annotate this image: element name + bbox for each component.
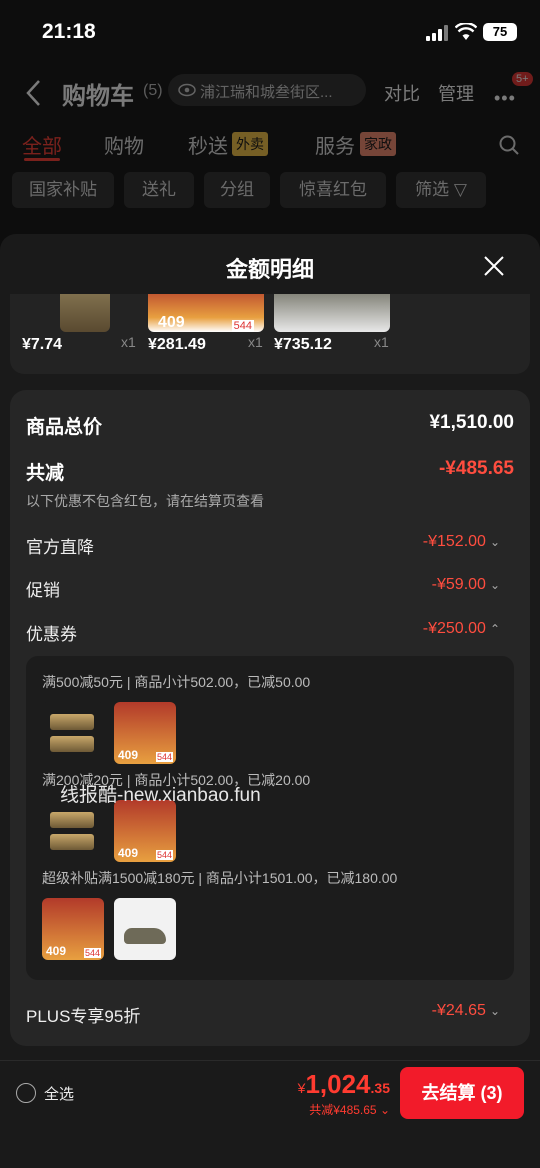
coupon-item-text: 满500减50元 | 商品小计502.00，已减50.00 <box>42 674 311 690</box>
sheet-title: 金额明细 <box>225 257 314 282</box>
page-title: 购物车 <box>62 83 134 110</box>
tab-all[interactable]: 全部 <box>22 130 62 159</box>
status-bar: 21:18 75 <box>0 0 540 62</box>
chevron-down-icon: ⌄ <box>489 578 500 592</box>
search-icon[interactable] <box>498 134 520 156</box>
chevron-down-icon: ⌄ <box>376 1103 390 1117</box>
cart-count: (5) <box>143 82 163 99</box>
chevron-down-icon: ⌄ <box>489 1004 500 1018</box>
status-time: 21:18 <box>42 20 96 43</box>
product-image-shoe <box>274 294 390 332</box>
reduce-label: 共减 <box>26 463 65 484</box>
cart-page-background: 购物车 (5) 浦江瑞和城叁街区... 对比 管理 ••• 5+ 全部 购物 秒… <box>0 62 540 252</box>
official-discount-amount: -¥152.00 <box>422 533 486 550</box>
wifi-icon <box>455 23 477 40</box>
notification-badge: 5+ <box>512 72 533 86</box>
product-qty: x1 <box>121 334 136 350</box>
total-reduce-link[interactable]: 共减¥485.65 ⌄ <box>309 1101 390 1118</box>
total-reduce-text: 共减¥485.65 <box>309 1103 377 1117</box>
plus-discount-amount: -¥24.65 <box>431 1002 486 1019</box>
watermark-text: 线报酷-new.xianbao.fun <box>60 785 261 806</box>
product-image-can <box>42 702 104 764</box>
chip-gift[interactable]: 送礼 <box>124 172 194 208</box>
chip-national-subsidy[interactable]: 国家补贴 <box>12 172 114 208</box>
coupon-item-text: 超级补贴满1500减180元 | 商品小计1501.00，已减180.00 <box>42 870 398 886</box>
address-text: 浦江瑞和城叁街区... <box>200 84 333 101</box>
signal-icon <box>426 25 450 41</box>
official-discount-value[interactable]: -¥152.00 ⌄ <box>423 533 500 551</box>
product-image-cat-food: 409 544 <box>148 294 264 332</box>
manage-button[interactable]: 管理 <box>438 80 474 106</box>
close-icon[interactable] <box>482 254 506 278</box>
product-image-can <box>60 294 110 332</box>
select-all-label[interactable]: 全选 <box>44 1083 74 1104</box>
product-image-can <box>42 800 104 862</box>
chip-group[interactable]: 分组 <box>204 172 270 208</box>
coupon-value[interactable]: -¥250.00 ⌃ <box>423 620 500 638</box>
chip-filter[interactable]: 筛选 ▽ <box>396 172 486 208</box>
compare-button[interactable]: 对比 <box>384 80 420 106</box>
coupon-label: 优惠券 <box>26 625 77 644</box>
total-label: 商品总价 <box>26 417 103 438</box>
filter-icon: ▽ <box>453 180 467 199</box>
price-integer: 1,024 <box>305 1069 371 1099</box>
official-discount-label: 官方直降 <box>26 538 94 557</box>
tab-underline <box>24 158 60 161</box>
product-price: ¥281.49 <box>148 336 206 353</box>
final-price: ¥1,024.35 <box>298 1069 390 1100</box>
tab-instant[interactable]: 秒送 <box>188 130 228 159</box>
tab-service[interactable]: 服务 <box>315 130 355 159</box>
total-value: ¥1,510.00 <box>429 412 514 433</box>
product-image-shoe <box>114 898 176 960</box>
chip-filter-label: 筛选 <box>415 180 450 199</box>
product-qty: x1 <box>248 334 263 350</box>
battery-indicator: 75 <box>483 23 517 41</box>
coupon-amount: -¥250.00 <box>422 620 486 637</box>
checkout-button[interactable]: 去结算 (3) <box>400 1067 524 1119</box>
chevron-down-icon: ⌄ <box>489 535 500 549</box>
product-image-cat-food: 409 544 <box>42 898 104 960</box>
price-detail-card: 商品总价 ¥1,510.00 共减 -¥485.65 以下优惠不包含红包，请在结… <box>10 390 530 1046</box>
price-decimal: .35 <box>370 1080 390 1096</box>
chip-red-packet[interactable]: 惊喜红包 <box>280 172 386 208</box>
product-price: ¥735.12 <box>274 336 332 353</box>
takeout-tag: 外卖 <box>232 132 268 156</box>
product-thumbnail-strip: 409 544 ¥7.74 x1 ¥281.49 x1 ¥735.12 x1 <box>10 294 530 374</box>
chevron-up-icon: ⌃ <box>489 622 500 636</box>
product-image-cat-food: 409 544 <box>114 800 176 862</box>
promotion-label: 促销 <box>26 581 60 600</box>
more-icon[interactable]: ••• <box>494 88 516 109</box>
promotion-value[interactable]: -¥59.00 ⌄ <box>432 576 500 594</box>
coupon-breakdown: 满500减50元 | 商品小计502.00，已减50.00 409 544 满2… <box>26 656 514 980</box>
housekeeping-tag: 家政 <box>360 132 396 156</box>
tab-shopping[interactable]: 购物 <box>104 130 144 159</box>
amount-detail-sheet: 金额明细 409 544 ¥7.74 x1 ¥281.49 x1 ¥735.12… <box>0 234 540 1168</box>
back-icon[interactable] <box>22 78 46 108</box>
eye-icon <box>178 83 196 97</box>
checkout-bar: 全选 ¥1,024.35 共减¥485.65 ⌄ 去结算 (3) <box>0 1060 540 1168</box>
reduce-value: -¥485.65 <box>438 458 514 479</box>
promotion-amount: -¥59.00 <box>431 576 486 593</box>
product-price: ¥7.74 <box>22 336 63 353</box>
address-selector[interactable]: 浦江瑞和城叁街区... <box>168 74 366 106</box>
plus-discount-label: PLUS专享95折 <box>26 1007 141 1026</box>
select-all-radio[interactable] <box>16 1083 36 1103</box>
plus-discount-value[interactable]: -¥24.65 ⌄ <box>432 1002 500 1020</box>
product-qty: x1 <box>374 334 389 350</box>
discount-hint: 以下优惠不包含红包，请在结算页查看 <box>26 493 264 509</box>
product-image-cat-food: 409 544 <box>114 702 176 764</box>
